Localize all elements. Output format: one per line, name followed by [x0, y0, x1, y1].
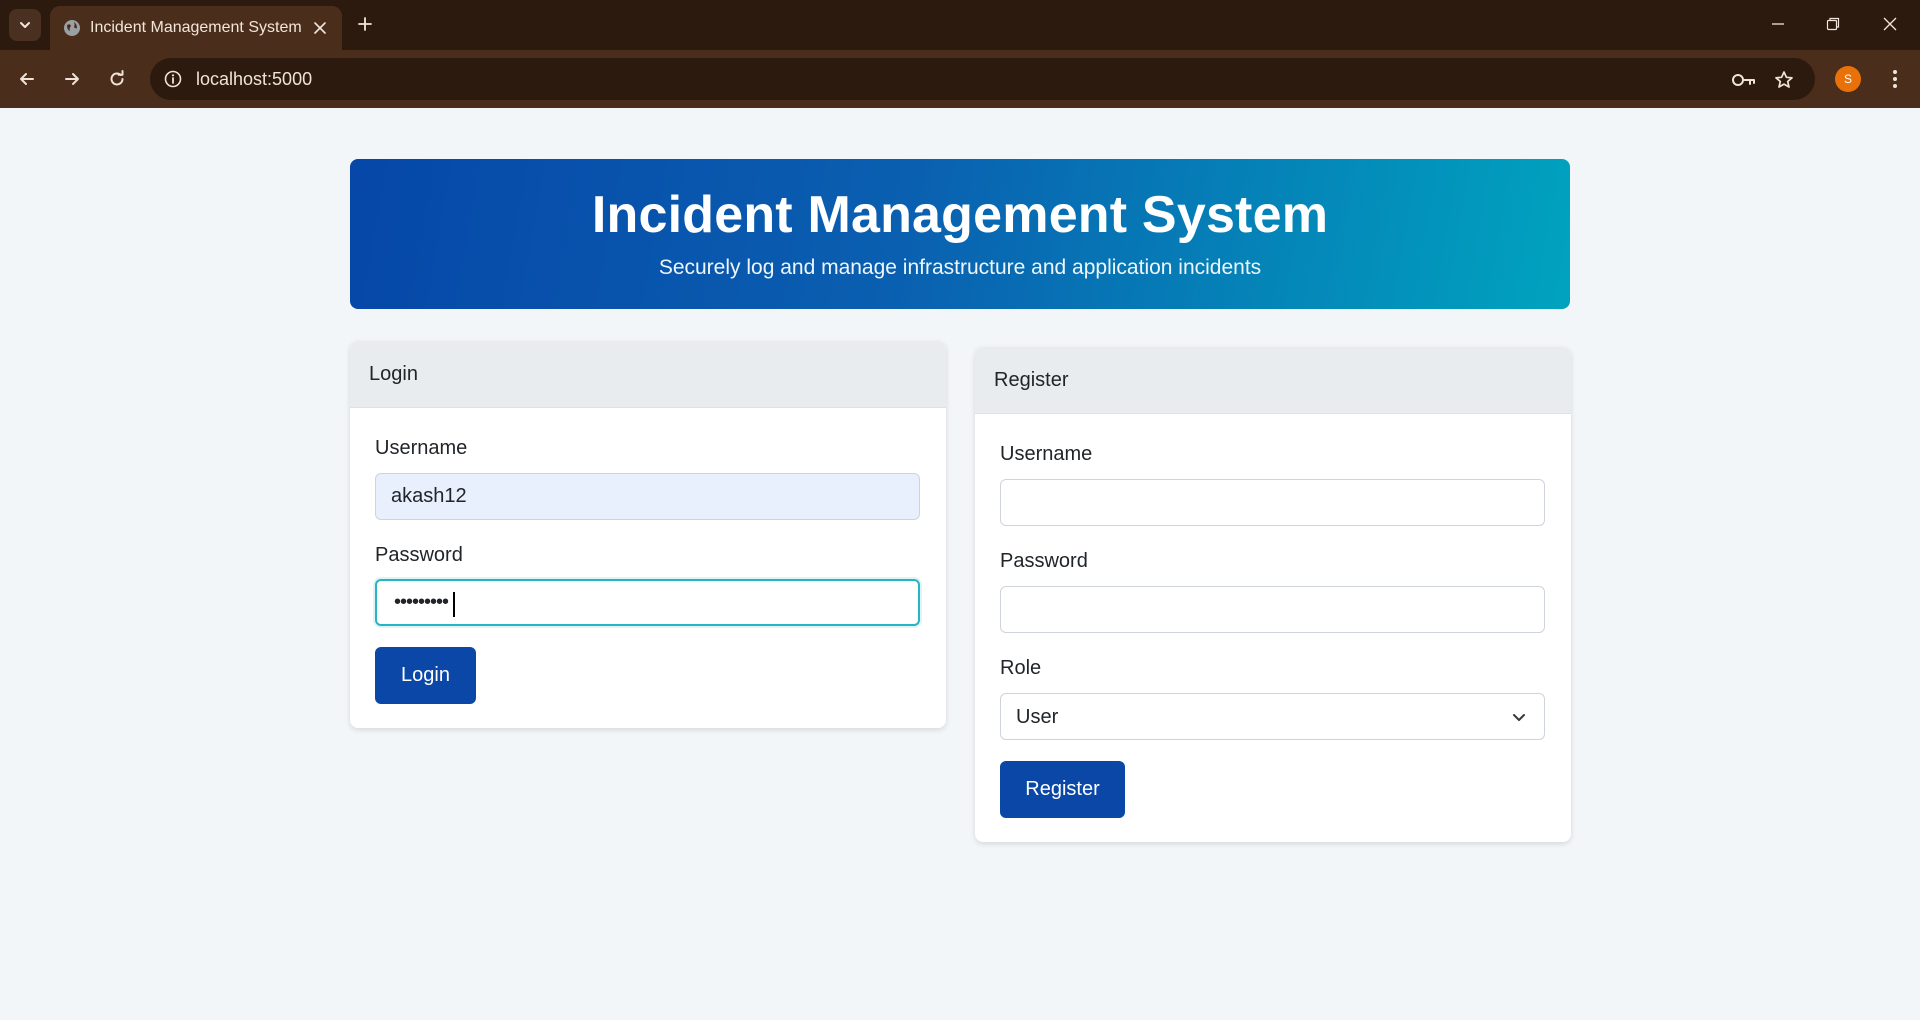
register-role-label: Role [1000, 657, 1042, 679]
profile-initial: S [1843, 72, 1852, 86]
password-manager-button[interactable] [1730, 66, 1758, 94]
text-caret [453, 592, 455, 617]
restore-icon [1826, 17, 1840, 31]
page-title: Incident Management System [591, 186, 1329, 244]
chevron-down-icon [1508, 706, 1530, 728]
forward-button[interactable] [55, 62, 89, 96]
new-tab-button[interactable] [353, 12, 377, 36]
register-username-input[interactable] [1000, 479, 1545, 526]
site-info-button[interactable] [160, 66, 186, 92]
hero-banner: Incident Management System Securely log … [350, 159, 1570, 309]
minimize-icon [1772, 23, 1784, 25]
chevron-down-icon [20, 22, 30, 28]
star-icon [1775, 71, 1793, 88]
close-icon [1883, 17, 1897, 31]
login-username-input[interactable] [375, 473, 920, 520]
register-card-header: Register [975, 347, 1571, 414]
login-button[interactable]: Login [375, 647, 476, 704]
arrow-left-icon [20, 73, 34, 85]
register-username-label: Username [1000, 443, 1093, 465]
browser-tab[interactable]: Incident Management System [50, 6, 342, 50]
register-password-input[interactable] [1000, 586, 1545, 633]
login-username-label: Username [375, 437, 468, 459]
login-card: Login Username Password ••••••••• Login [350, 341, 946, 728]
url-text: localhost:5000 [196, 69, 313, 89]
browser-toolbar: localhost:5000 S [0, 50, 1920, 108]
browser-menu-button[interactable] [1880, 64, 1910, 94]
globe-icon [64, 20, 80, 36]
back-button[interactable] [10, 62, 44, 96]
login-card-header: Login [350, 341, 946, 408]
tab-title: Incident Management System [90, 19, 302, 36]
kebab-menu-icon [1893, 70, 1897, 88]
register-password-label: Password [1000, 550, 1088, 572]
info-icon [164, 70, 182, 88]
role-select-value: User [1016, 706, 1059, 728]
plus-icon [358, 17, 372, 31]
register-card: Register Username Password Role User Reg… [975, 347, 1571, 842]
login-password-label: Password [375, 544, 463, 566]
tab-close-button[interactable] [309, 17, 331, 39]
restore-button[interactable] [1813, 8, 1853, 40]
page-subtitle: Securely log and manage infrastructure a… [658, 256, 1262, 279]
profile-avatar[interactable]: S [1835, 66, 1861, 92]
arrow-right-icon [65, 73, 79, 85]
key-icon [1732, 74, 1755, 86]
password-mask: ••••••••• [394, 591, 449, 613]
minimize-button[interactable] [1758, 8, 1798, 40]
address-bar[interactable]: localhost:5000 [150, 58, 1815, 100]
browser-tab-strip: Incident Management System [0, 0, 1920, 50]
reload-icon [110, 70, 124, 86]
bookmark-button[interactable] [1770, 66, 1798, 94]
tab-search-button[interactable] [9, 9, 41, 41]
login-password-input[interactable]: ••••••••• [375, 579, 920, 626]
close-window-button[interactable] [1870, 8, 1910, 40]
reload-button[interactable] [100, 62, 134, 96]
register-button[interactable]: Register [1000, 761, 1125, 818]
role-select[interactable]: User [1000, 693, 1545, 740]
close-icon [314, 22, 326, 34]
